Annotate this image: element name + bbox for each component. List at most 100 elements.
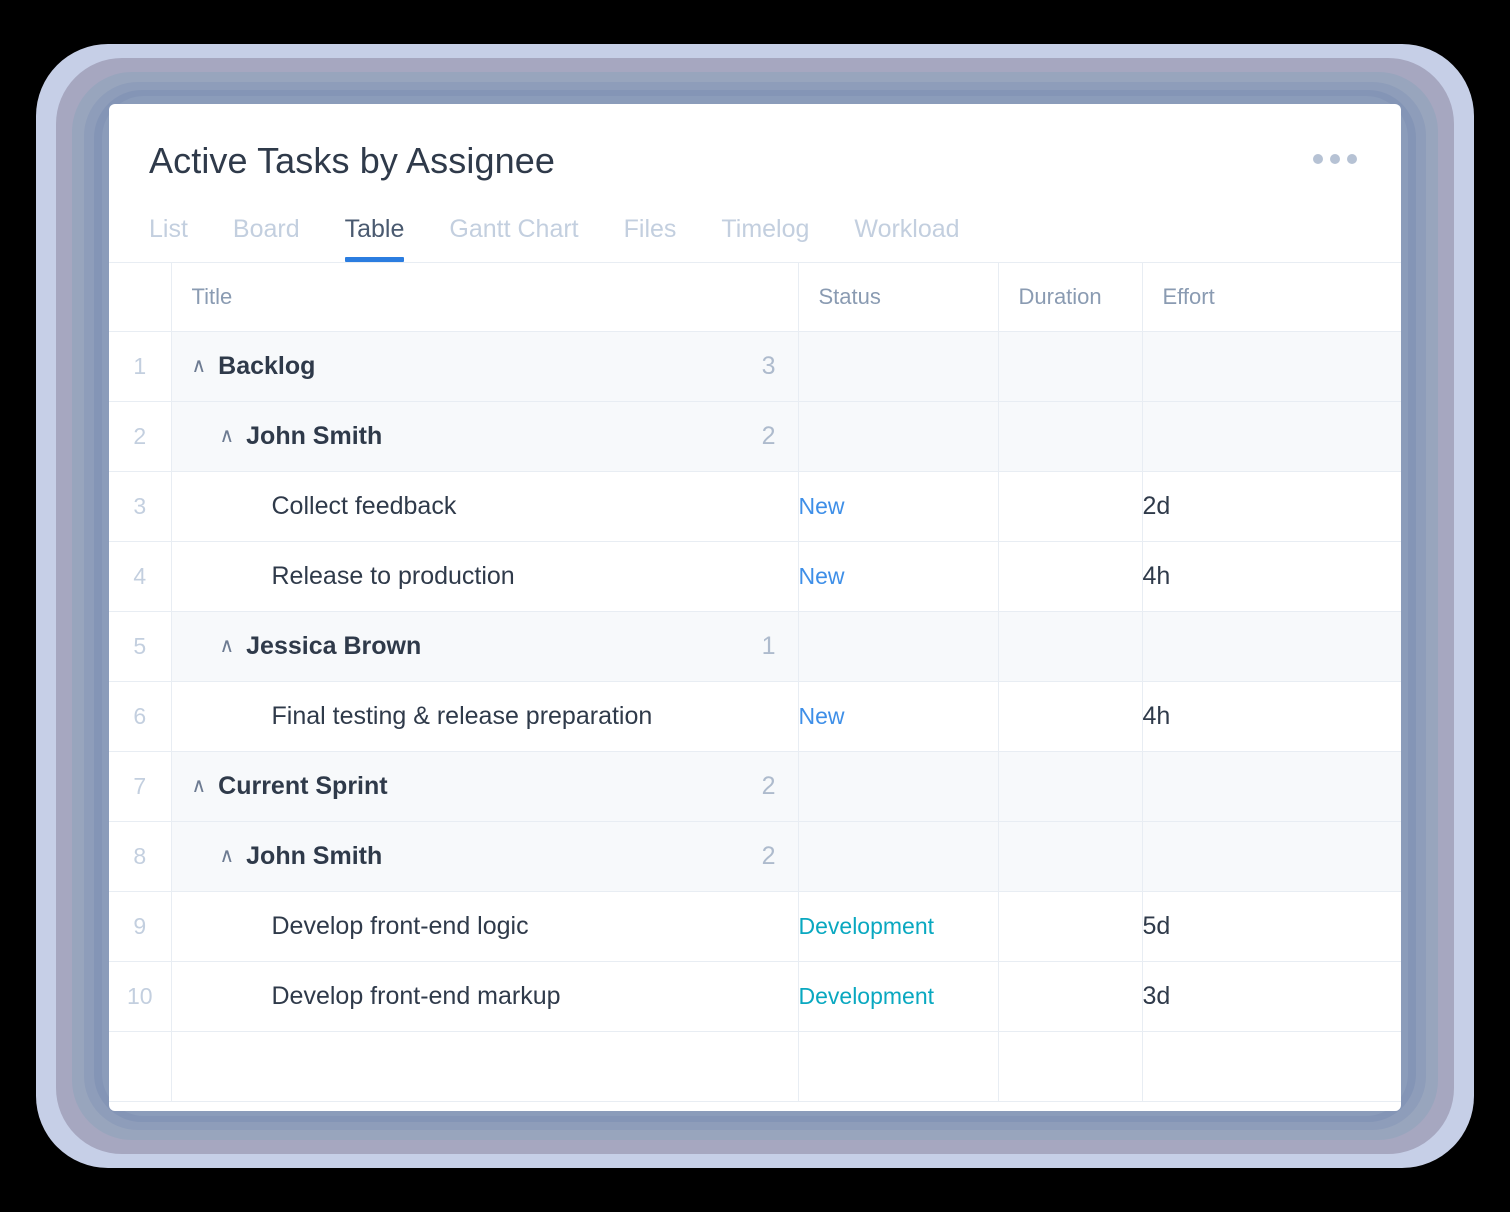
cell-duration (998, 891, 1143, 962)
column-header-duration[interactable]: Duration (998, 263, 1143, 332)
tab-files[interactable]: Files (624, 207, 677, 262)
column-header-status-label: Status (818, 284, 881, 310)
cell-effort: 2d (1142, 471, 1401, 542)
tab-gantt-chart[interactable]: Gantt Chart (449, 207, 578, 262)
page-title: Active Tasks by Assignee (149, 140, 555, 181)
cell-duration (998, 541, 1143, 612)
cell-duration (998, 1031, 1143, 1102)
more-dot (1313, 154, 1323, 164)
status-badge[interactable]: New (798, 471, 999, 542)
status-badge[interactable]: New (798, 681, 999, 752)
cell-effort (1142, 331, 1401, 402)
group-count-badge: 2 (761, 771, 776, 800)
row-title: Release to production (271, 561, 515, 590)
table-row[interactable]: 10 Develop front-end markup Development 3d (109, 961, 1401, 1032)
cell-duration (998, 751, 1143, 822)
title-cell-content: Develop front-end markup (172, 962, 798, 1031)
chevron-up-icon[interactable]: ∧ (220, 636, 235, 656)
tasks-table: Title Status Duration Effort 1 ∧ Backlog 3 2… (109, 263, 1401, 1102)
table-group-row[interactable]: 8 ∧ John Smith 2 (109, 821, 1401, 892)
title-cell-content: ∧ John Smith 2 (172, 402, 798, 471)
tab-list[interactable]: List (149, 207, 188, 262)
cell-title[interactable]: ∧ Current Sprint 2 (171, 751, 799, 822)
cell-duration (998, 611, 1143, 682)
table-body: 1 ∧ Backlog 3 2 ∧ John Smith 2 3 Collect feedback… (109, 331, 1401, 1102)
column-header-effort-label: Effort (1162, 284, 1215, 310)
title-cell-content: Final testing & release preparation (172, 682, 798, 751)
row-number: 3 (109, 471, 172, 542)
column-header-effort[interactable]: Effort (1142, 263, 1401, 332)
tab-table[interactable]: Table (344, 207, 404, 263)
cell-effort: 4h (1142, 541, 1401, 612)
column-header-status[interactable]: Status (798, 263, 999, 332)
row-number: 6 (109, 681, 172, 752)
row-title: Collect feedback (271, 491, 457, 520)
cell-title[interactable]: Release to production (171, 541, 799, 612)
chevron-up-icon[interactable]: ∧ (192, 776, 207, 796)
cell-duration (998, 471, 1143, 542)
table-row[interactable]: 3 Collect feedback New 2d (109, 471, 1401, 542)
title-cell-content: ∧ John Smith 2 (172, 822, 798, 891)
cell-status-empty (798, 331, 999, 402)
card-header: Active Tasks by Assignee (109, 104, 1401, 181)
cell-effort (1142, 751, 1401, 822)
cell-status-empty (798, 751, 999, 822)
row-title: John Smith (246, 841, 383, 870)
group-count-badge: 3 (761, 351, 776, 380)
cell-title[interactable]: Final testing & release preparation (171, 681, 799, 752)
column-header-title-label: Title (191, 284, 233, 310)
status-badge[interactable]: Development (798, 891, 999, 962)
title-cell-content (172, 1032, 798, 1101)
cell-duration (998, 331, 1143, 402)
cell-duration (998, 821, 1143, 892)
row-title: Current Sprint (218, 771, 388, 800)
cell-duration (998, 681, 1143, 752)
table-group-row[interactable]: 1 ∧ Backlog 3 (109, 331, 1401, 402)
table-row[interactable]: 4 Release to production New 4h (109, 541, 1401, 612)
column-header-rownum[interactable] (109, 263, 172, 332)
app-card: Active Tasks by Assignee List Board Table G… (109, 104, 1401, 1111)
row-title: Backlog (218, 351, 316, 380)
cell-title[interactable]: Collect feedback (171, 471, 799, 542)
row-number: 2 (109, 401, 172, 472)
table-group-row[interactable]: 5 ∧ Jessica Brown 1 (109, 611, 1401, 682)
status-badge[interactable]: Development (798, 961, 999, 1032)
cell-title[interactable]: ∧ John Smith 2 (171, 401, 799, 472)
tab-board[interactable]: Board (233, 207, 300, 262)
table-row[interactable]: 6 Final testing & release preparation New 4… (109, 681, 1401, 752)
cell-title[interactable]: Develop front-end markup (171, 961, 799, 1032)
tab-workload[interactable]: Workload (854, 207, 959, 262)
cell-title[interactable]: Develop front-end logic (171, 891, 799, 962)
chevron-up-icon[interactable]: ∧ (220, 846, 235, 866)
more-dot (1330, 154, 1340, 164)
title-cell-content: Develop front-end logic (172, 892, 798, 961)
cell-duration (998, 401, 1143, 472)
cell-title[interactable]: ∧ Backlog 3 (171, 331, 799, 402)
tab-timelog[interactable]: Timelog (721, 207, 809, 262)
group-count-badge: 2 (761, 421, 776, 450)
cell-title (171, 1031, 799, 1102)
column-header-title[interactable]: Title (171, 263, 799, 332)
row-number: 10 (109, 961, 172, 1032)
cell-title[interactable]: ∧ John Smith 2 (171, 821, 799, 892)
table-group-row[interactable]: 7 ∧ Current Sprint 2 (109, 751, 1401, 822)
cell-effort: 4h (1142, 681, 1401, 752)
row-number: 1 (109, 331, 172, 402)
screenshot-stage: Active Tasks by Assignee List Board Table G… (0, 0, 1510, 1212)
table-row[interactable]: 9 Develop front-end logic Development 5d (109, 891, 1401, 962)
cell-effort (1142, 611, 1401, 682)
chevron-up-icon[interactable]: ∧ (220, 426, 235, 446)
status-badge[interactable]: New (798, 541, 999, 612)
row-number (109, 1031, 172, 1102)
cell-title[interactable]: ∧ Jessica Brown 1 (171, 611, 799, 682)
row-title: John Smith (246, 421, 383, 450)
row-title: Jessica Brown (246, 631, 422, 660)
chevron-up-icon[interactable]: ∧ (192, 356, 207, 376)
table-group-row[interactable]: 2 ∧ John Smith 2 (109, 401, 1401, 472)
title-cell-content: ∧ Backlog 3 (172, 332, 798, 401)
cell-effort (1142, 401, 1401, 472)
more-options-icon[interactable] (1313, 154, 1357, 164)
cell-effort (1142, 821, 1401, 892)
cell-status-empty (798, 1031, 999, 1102)
row-number: 8 (109, 821, 172, 892)
